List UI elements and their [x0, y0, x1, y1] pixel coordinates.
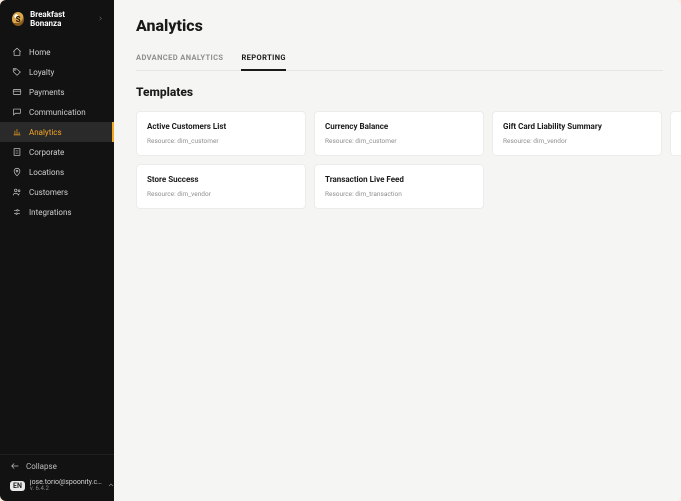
template-card[interactable]: Gift Card Liability Summary Resource: di…: [492, 111, 662, 156]
user-menu[interactable]: EN jose.torio@spoonity.co... v. 6.4.2: [10, 479, 106, 493]
analytics-icon: [12, 127, 22, 137]
sidebar-nav: Home Loyalty Payments Communication: [0, 40, 114, 224]
users-icon: [12, 187, 22, 197]
template-title: Currency Balance: [325, 122, 473, 131]
sidebar-item-label: Locations: [29, 168, 64, 177]
sidebar-footer: Collapse EN jose.torio@spoonity.co... v.…: [0, 454, 114, 501]
sidebar-item-analytics[interactable]: Analytics: [0, 122, 114, 142]
brand-logo: S: [12, 12, 24, 26]
main-content: Analytics ADVANCED ANALYTICS REPORTING T…: [114, 0, 681, 223]
tab-advanced-analytics[interactable]: ADVANCED ANALYTICS: [136, 47, 223, 70]
template-title: Transaction Live Feed: [325, 175, 473, 184]
sidebar-item-label: Home: [29, 48, 51, 57]
collapse-label: Collapse: [26, 462, 57, 471]
sidebar-item-communication[interactable]: Communication: [0, 102, 114, 122]
pin-icon: [12, 167, 22, 177]
sidebar-item-customers[interactable]: Customers: [0, 182, 114, 202]
template-cards: Active Customers List Resource: dim_cust…: [136, 111, 681, 209]
main: Analytics ADVANCED ANALYTICS REPORTING T…: [114, 0, 681, 501]
collapse-icon: [10, 461, 20, 473]
app-version: v. 6.4.2: [30, 486, 102, 493]
sidebar-item-label: Communication: [29, 108, 86, 117]
sidebar-item-label: Payments: [29, 88, 65, 97]
sidebar-item-label: Customers: [29, 188, 68, 197]
sidebar-item-locations[interactable]: Locations: [0, 162, 114, 182]
collapse-button[interactable]: Collapse: [10, 461, 106, 473]
user-info: jose.torio@spoonity.co... v. 6.4.2: [30, 479, 102, 493]
sidebar: S Breakfast Bonanza Home Loyalty: [0, 0, 114, 501]
template-resource: Resource: dim_customer: [147, 137, 295, 145]
chevron-right-icon: [97, 15, 104, 24]
page-title: Analytics: [136, 16, 663, 35]
building-icon: [12, 147, 22, 157]
template-card[interactable]: Currency Balance Resource: dim_customer: [314, 111, 484, 156]
sidebar-item-label: Corporate: [29, 148, 64, 157]
chevron-up-icon: [107, 481, 115, 491]
sidebar-item-label: Loyalty: [29, 68, 54, 77]
template-card[interactable]: Transaction Live Feed Resource: dim_tran…: [314, 164, 484, 209]
sidebar-item-label: Analytics: [29, 128, 62, 137]
sliders-icon: [12, 207, 22, 217]
template-card[interactable]: Active Customers List Resource: dim_cust…: [136, 111, 306, 156]
sidebar-item-label: Integrations: [29, 208, 72, 217]
template-resource: Resource: dim_vendor: [147, 190, 295, 198]
template-resource: Resource: dim_transaction: [325, 190, 473, 198]
app-shell: S Breakfast Bonanza Home Loyalty: [0, 0, 681, 501]
sidebar-item-loyalty[interactable]: Loyalty: [0, 62, 114, 82]
template-title: Store Success: [147, 175, 295, 184]
brand-switcher[interactable]: S Breakfast Bonanza: [0, 0, 114, 40]
template-title: Gift Card Liability Summary: [503, 122, 651, 131]
template-resource: Resource: dim_customer: [325, 137, 473, 145]
tag-icon: [12, 67, 22, 77]
template-card[interactable]: Store Success Resource: dim_vendor: [136, 164, 306, 209]
home-icon: [12, 47, 22, 57]
sidebar-item-integrations[interactable]: Integrations: [0, 202, 114, 222]
section-title: Templates: [136, 85, 663, 99]
tab-reporting[interactable]: REPORTING: [241, 47, 285, 70]
sidebar-item-corporate[interactable]: Corporate: [0, 142, 114, 162]
language-badge: EN: [10, 481, 25, 491]
template-title: Active Customers List: [147, 122, 295, 131]
card-icon: [12, 87, 22, 97]
template-resource: Resource: dim_vendor: [503, 137, 651, 145]
chat-icon: [12, 107, 22, 117]
sidebar-item-home[interactable]: Home: [0, 42, 114, 62]
sidebar-item-payments[interactable]: Payments: [0, 82, 114, 102]
tabs: ADVANCED ANALYTICS REPORTING: [136, 47, 663, 71]
template-card[interactable]: Re Re: [670, 111, 681, 156]
brand-name: Breakfast Bonanza: [30, 10, 89, 28]
